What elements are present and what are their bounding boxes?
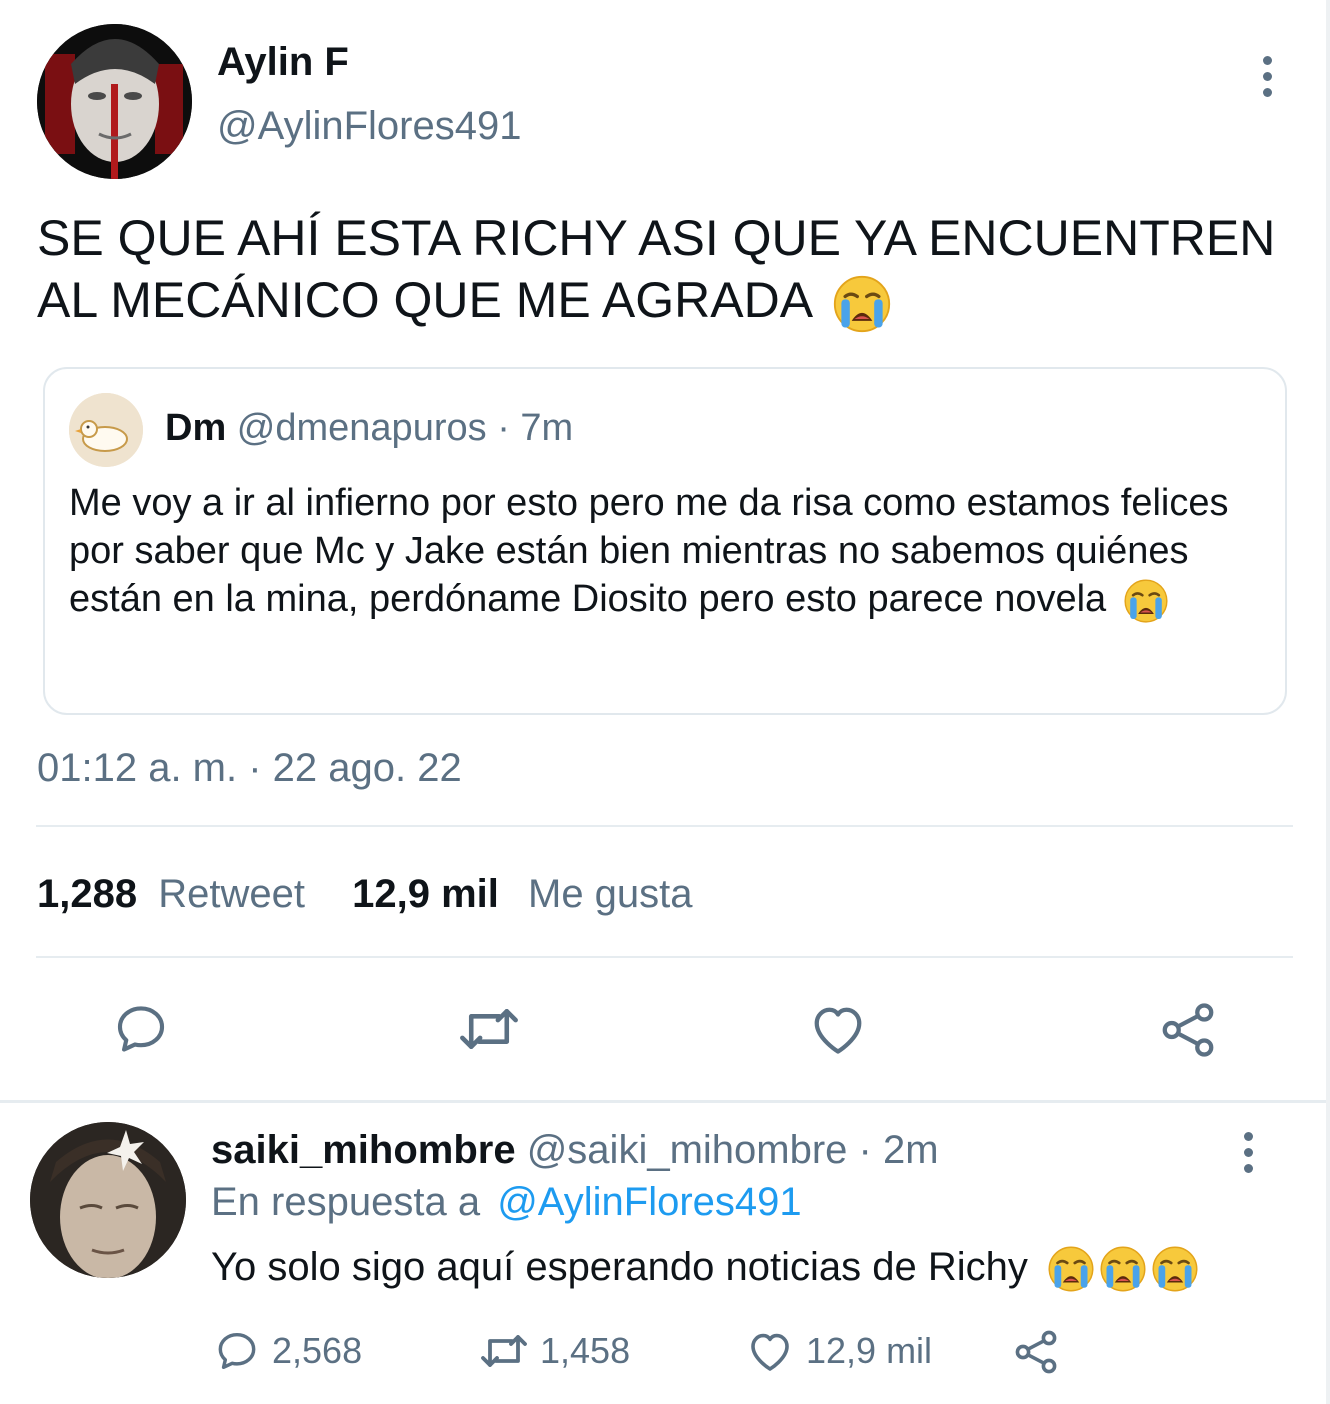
reply-author-name[interactable]: saiki_mihombre [211, 1128, 516, 1172]
divider [36, 956, 1293, 958]
reply-author-avatar[interactable] [30, 1122, 186, 1278]
quoted-time: · 7m [497, 407, 574, 449]
tweet-text-content: SE QUE AHÍ ESTA RICHY ASI QUE YA ENCUENT… [37, 210, 1276, 328]
likes-count[interactable]: 12,9 mil [352, 872, 499, 916]
retweets-count[interactable]: 1,288 [37, 872, 137, 916]
quoted-header: Dm @dmenapuros · 7m [165, 407, 573, 450]
reply-action-retweet[interactable]: 1,458 [478, 1328, 630, 1374]
likes-label[interactable]: Me gusta [528, 872, 693, 916]
author-name[interactable]: Aylin F [217, 40, 349, 85]
in-reply-to: En respuesta a @AylinFlores491 [211, 1180, 802, 1225]
in-reply-to-handle-link[interactable]: @AylinFlores491 [497, 1180, 801, 1224]
tweet-text: SE QUE AHÍ ESTA RICHY ASI QUE YA ENCUENT… [37, 207, 1297, 334]
crying-face-emoji-icon [832, 274, 892, 334]
reply-count: 2,568 [272, 1330, 363, 1371]
reply-action-share[interactable] [1012, 1328, 1060, 1381]
reply-icon[interactable] [112, 1000, 170, 1058]
reply-more-options-icon[interactable] [1238, 1132, 1258, 1173]
quoted-text: Me voy a ir al infierno por esto pero me… [69, 479, 1239, 624]
divider [36, 825, 1293, 827]
reply-icon[interactable] [214, 1328, 260, 1374]
more-options-icon[interactable] [1257, 56, 1277, 97]
crying-face-emoji-icon [1151, 1245, 1199, 1293]
retweet-count: 1,458 [540, 1330, 631, 1371]
reply-action-like[interactable]: 12,9 mil [746, 1328, 932, 1374]
right-edge-border [1326, 0, 1330, 1404]
in-reply-to-prefix: En respuesta a [211, 1180, 481, 1224]
crying-face-emoji-icon [1123, 578, 1169, 624]
crying-face-emoji-icon [1099, 1245, 1147, 1293]
quoted-text-content: Me voy a ir al infierno por esto pero me… [69, 482, 1229, 620]
quoted-author-avatar[interactable] [69, 393, 143, 467]
reply-time: · 2m [858, 1128, 939, 1172]
reply-author-handle[interactable]: @saiki_mihombre [527, 1128, 848, 1172]
share-icon[interactable] [1158, 1000, 1218, 1060]
reply-action-reply[interactable]: 2,568 [214, 1328, 362, 1374]
stats-row: 1,288 Retweet 12,9 mil Me gusta [37, 872, 693, 917]
share-icon[interactable] [1012, 1328, 1060, 1376]
like-count: 12,9 mil [806, 1330, 933, 1371]
quoted-author-handle[interactable]: @dmenapuros [237, 407, 487, 449]
reply-header: saiki_mihombre @saiki_mihombre · 2m [211, 1128, 939, 1173]
reply-text: Yo solo sigo aquí esperando noticias de … [211, 1240, 1199, 1294]
heart-icon[interactable] [746, 1328, 794, 1374]
heart-icon[interactable] [808, 1000, 868, 1058]
quoted-tweet-card[interactable]: Dm @dmenapuros · 7m Me voy a ir al infie… [43, 367, 1287, 715]
quoted-author-name[interactable]: Dm [165, 407, 226, 449]
retweets-label[interactable]: Retweet [158, 872, 305, 916]
reply-text-content: Yo solo sigo aquí esperando noticias de … [211, 1245, 1028, 1289]
author-handle[interactable]: @AylinFlores491 [217, 104, 521, 149]
divider [0, 1100, 1330, 1103]
tweet-timestamp[interactable]: 01:12 a. m. · 22 ago. 22 [37, 746, 462, 791]
author-avatar[interactable] [37, 24, 192, 179]
retweet-icon[interactable] [456, 1000, 522, 1058]
retweet-icon[interactable] [478, 1328, 530, 1374]
crying-face-emoji-icon [1047, 1245, 1095, 1293]
